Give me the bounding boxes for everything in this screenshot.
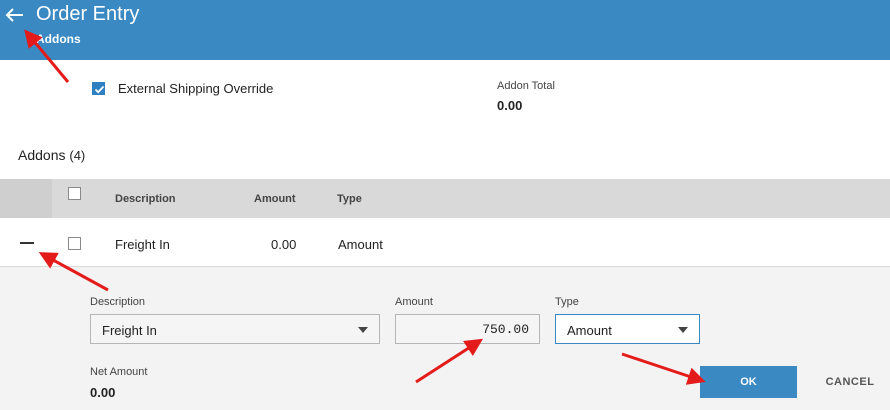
table-row[interactable]: Freight In 0.00 Amount — [0, 219, 890, 267]
column-header-type[interactable]: Type — [337, 193, 362, 205]
page-subtitle: Addons — [36, 32, 81, 46]
column-header-description[interactable]: Description — [115, 193, 176, 205]
addons-count: (4) — [69, 148, 86, 163]
page-title: Order Entry — [36, 3, 140, 25]
addon-total-label: Addon Total — [497, 80, 555, 92]
column-header-amount[interactable]: Amount — [254, 193, 296, 205]
amount-input[interactable]: 750.00 — [395, 314, 540, 344]
addon-total-value: 0.00 — [497, 98, 523, 113]
net-amount-label: Net Amount — [90, 366, 148, 378]
detail-amount-label: Amount — [395, 296, 433, 308]
chevron-down-icon — [678, 327, 688, 333]
external-shipping-override-checkbox[interactable] — [92, 82, 105, 95]
chevron-down-icon — [358, 327, 368, 333]
ok-button[interactable]: OK — [700, 366, 797, 398]
collapse-row-button[interactable] — [20, 241, 36, 245]
table-header: Description Amount Type — [0, 179, 890, 218]
net-amount-value: 0.00 — [90, 385, 116, 400]
back-button[interactable] — [4, 4, 26, 26]
type-select[interactable]: Amount — [555, 314, 700, 344]
description-select[interactable]: Freight In — [90, 314, 380, 344]
checkmark-icon — [94, 85, 105, 94]
arrow-left-icon — [5, 8, 23, 22]
detail-description-label: Description — [90, 296, 146, 308]
addons-section-label: Addons — [18, 147, 66, 163]
select-all-checkbox[interactable] — [68, 187, 81, 200]
description-select-value: Freight In — [102, 323, 157, 338]
row-select-checkbox[interactable] — [68, 237, 81, 250]
minus-icon — [20, 242, 34, 244]
detail-type-label: Type — [555, 296, 579, 308]
table-header-gutter — [0, 179, 52, 218]
addons-section-title: Addons (4) — [18, 147, 85, 163]
row-amount: 0.00 — [271, 237, 297, 252]
row-type: Amount — [338, 237, 383, 252]
amount-input-value: 750.00 — [482, 322, 529, 337]
type-select-value: Amount — [567, 323, 612, 338]
app-header: Order Entry Addons — [0, 0, 890, 60]
cancel-button[interactable]: CANCEL — [820, 366, 880, 398]
external-shipping-override-label: External Shipping Override — [118, 81, 274, 96]
row-description: Freight In — [115, 237, 170, 252]
